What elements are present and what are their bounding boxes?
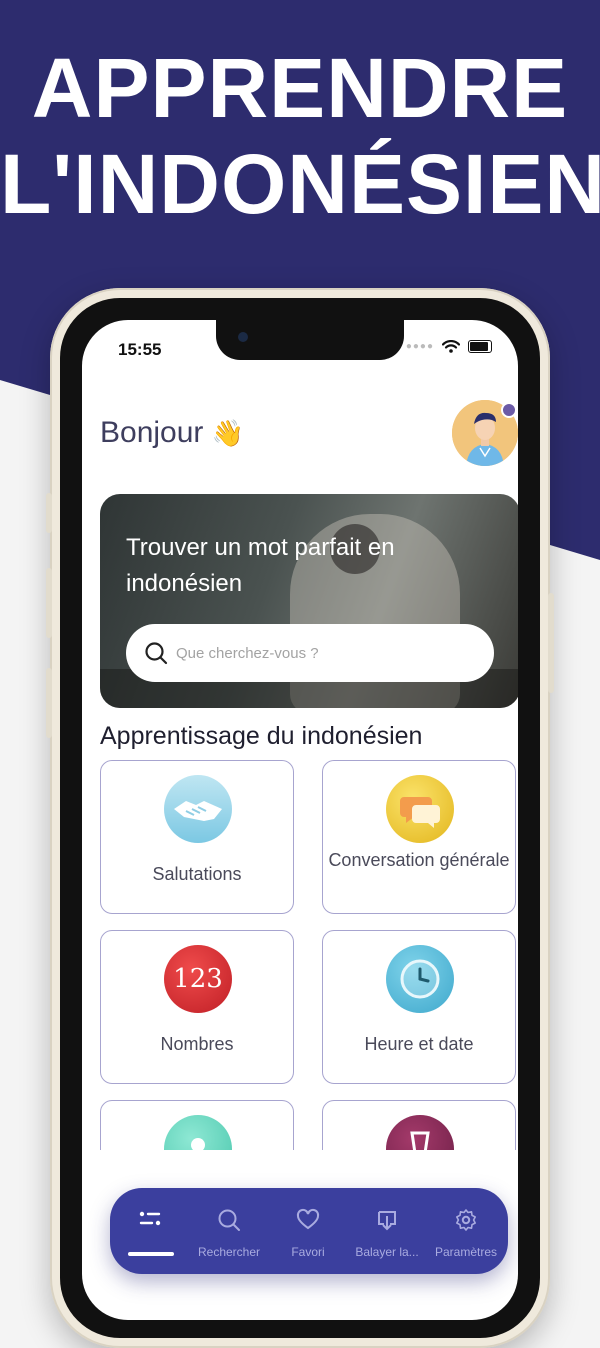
drink-glass-icon bbox=[386, 1115, 454, 1150]
greeting-text: Bonjour bbox=[100, 416, 204, 449]
side-button bbox=[46, 493, 52, 533]
power-button bbox=[548, 593, 554, 693]
download-icon bbox=[378, 1211, 396, 1231]
nav-label: Paramètres bbox=[434, 1245, 498, 1259]
phone-bezel: 15:55 ●●●● Bonjour 👋 Trouver un mot parf… bbox=[60, 298, 540, 1338]
headline-line-2: L'INDONÉSIEN bbox=[0, 137, 600, 231]
nav-label: Rechercher bbox=[197, 1245, 261, 1259]
category-card-conversation[interactable]: Conversation générale bbox=[322, 760, 516, 914]
volume-up-button bbox=[46, 568, 52, 638]
category-card-salutations[interactable]: Salutations bbox=[100, 760, 294, 914]
category-grid: Salutations Conversation générale 123 No… bbox=[100, 760, 518, 1150]
category-label: Salutations bbox=[152, 864, 242, 884]
location-pin-icon bbox=[164, 1115, 232, 1150]
hero-title: Trouver un mot parfait en indonésien bbox=[126, 534, 395, 597]
app-screen: 15:55 ●●●● Bonjour 👋 Trouver un mot parf… bbox=[82, 320, 518, 1320]
camera-icon bbox=[238, 332, 248, 342]
nav-label: Favori bbox=[291, 1245, 325, 1259]
section-title: Apprentissage du indonésien bbox=[100, 722, 423, 750]
heart-icon bbox=[296, 1208, 320, 1230]
category-card-heure[interactable]: Heure et date bbox=[322, 930, 516, 1084]
nav-item-swipe[interactable]: Balayer la... bbox=[347, 1188, 427, 1274]
category-card-nombres[interactable]: 123 Nombres bbox=[100, 930, 294, 1084]
gear-icon bbox=[456, 1209, 476, 1231]
numbers-123-icon: 123 bbox=[164, 945, 232, 1013]
handshake-icon bbox=[164, 775, 232, 843]
status-time: 15:55 bbox=[118, 340, 162, 359]
battery-icon bbox=[468, 340, 492, 353]
category-label: Conversation générale bbox=[328, 850, 510, 870]
nav-label: Balayer la... bbox=[355, 1245, 419, 1259]
waving-hand-icon: 👋 bbox=[211, 418, 245, 448]
search-bar[interactable] bbox=[126, 624, 494, 682]
category-card-drinks[interactable] bbox=[322, 1100, 516, 1150]
category-label: Nombres bbox=[160, 1034, 234, 1054]
promo-headline: APPRENDRE L'INDONÉSIEN bbox=[0, 40, 600, 232]
notification-dot bbox=[501, 402, 517, 418]
nav-active-indicator bbox=[128, 1252, 174, 1256]
phone-frame: 15:55 ●●●● Bonjour 👋 Trouver un mot parf… bbox=[46, 288, 554, 1348]
search-icon bbox=[145, 642, 168, 665]
headline-line-1: APPRENDRE bbox=[31, 41, 569, 135]
volume-down-button bbox=[46, 668, 52, 738]
nav-item-settings[interactable]: Paramètres bbox=[426, 1188, 506, 1274]
notch bbox=[216, 320, 404, 360]
greeting: Bonjour 👋 bbox=[100, 416, 244, 450]
category-label: Heure et date bbox=[364, 1034, 474, 1054]
nav-item-search[interactable]: Rechercher bbox=[189, 1188, 269, 1274]
hero-banner: Trouver un mot parfait en indonésien bbox=[100, 494, 518, 708]
signal-dots-icon: ●●●● bbox=[405, 341, 434, 352]
wifi-icon bbox=[442, 340, 460, 353]
category-card-location[interactable] bbox=[100, 1100, 294, 1150]
speech-bubbles-icon bbox=[386, 775, 454, 843]
search-input[interactable] bbox=[174, 643, 458, 663]
bottom-nav: Rechercher Favori Balayer la... Paramètr… bbox=[110, 1188, 508, 1274]
nav-item-favorites[interactable]: Favori bbox=[268, 1188, 348, 1274]
numbers-icon-text: 123 bbox=[173, 964, 223, 994]
nav-item-home[interactable] bbox=[110, 1188, 190, 1274]
clock-icon bbox=[386, 945, 454, 1013]
list-icon bbox=[139, 1211, 161, 1226]
status-indicators: ●●●● bbox=[406, 340, 492, 353]
search-icon bbox=[218, 1209, 240, 1231]
